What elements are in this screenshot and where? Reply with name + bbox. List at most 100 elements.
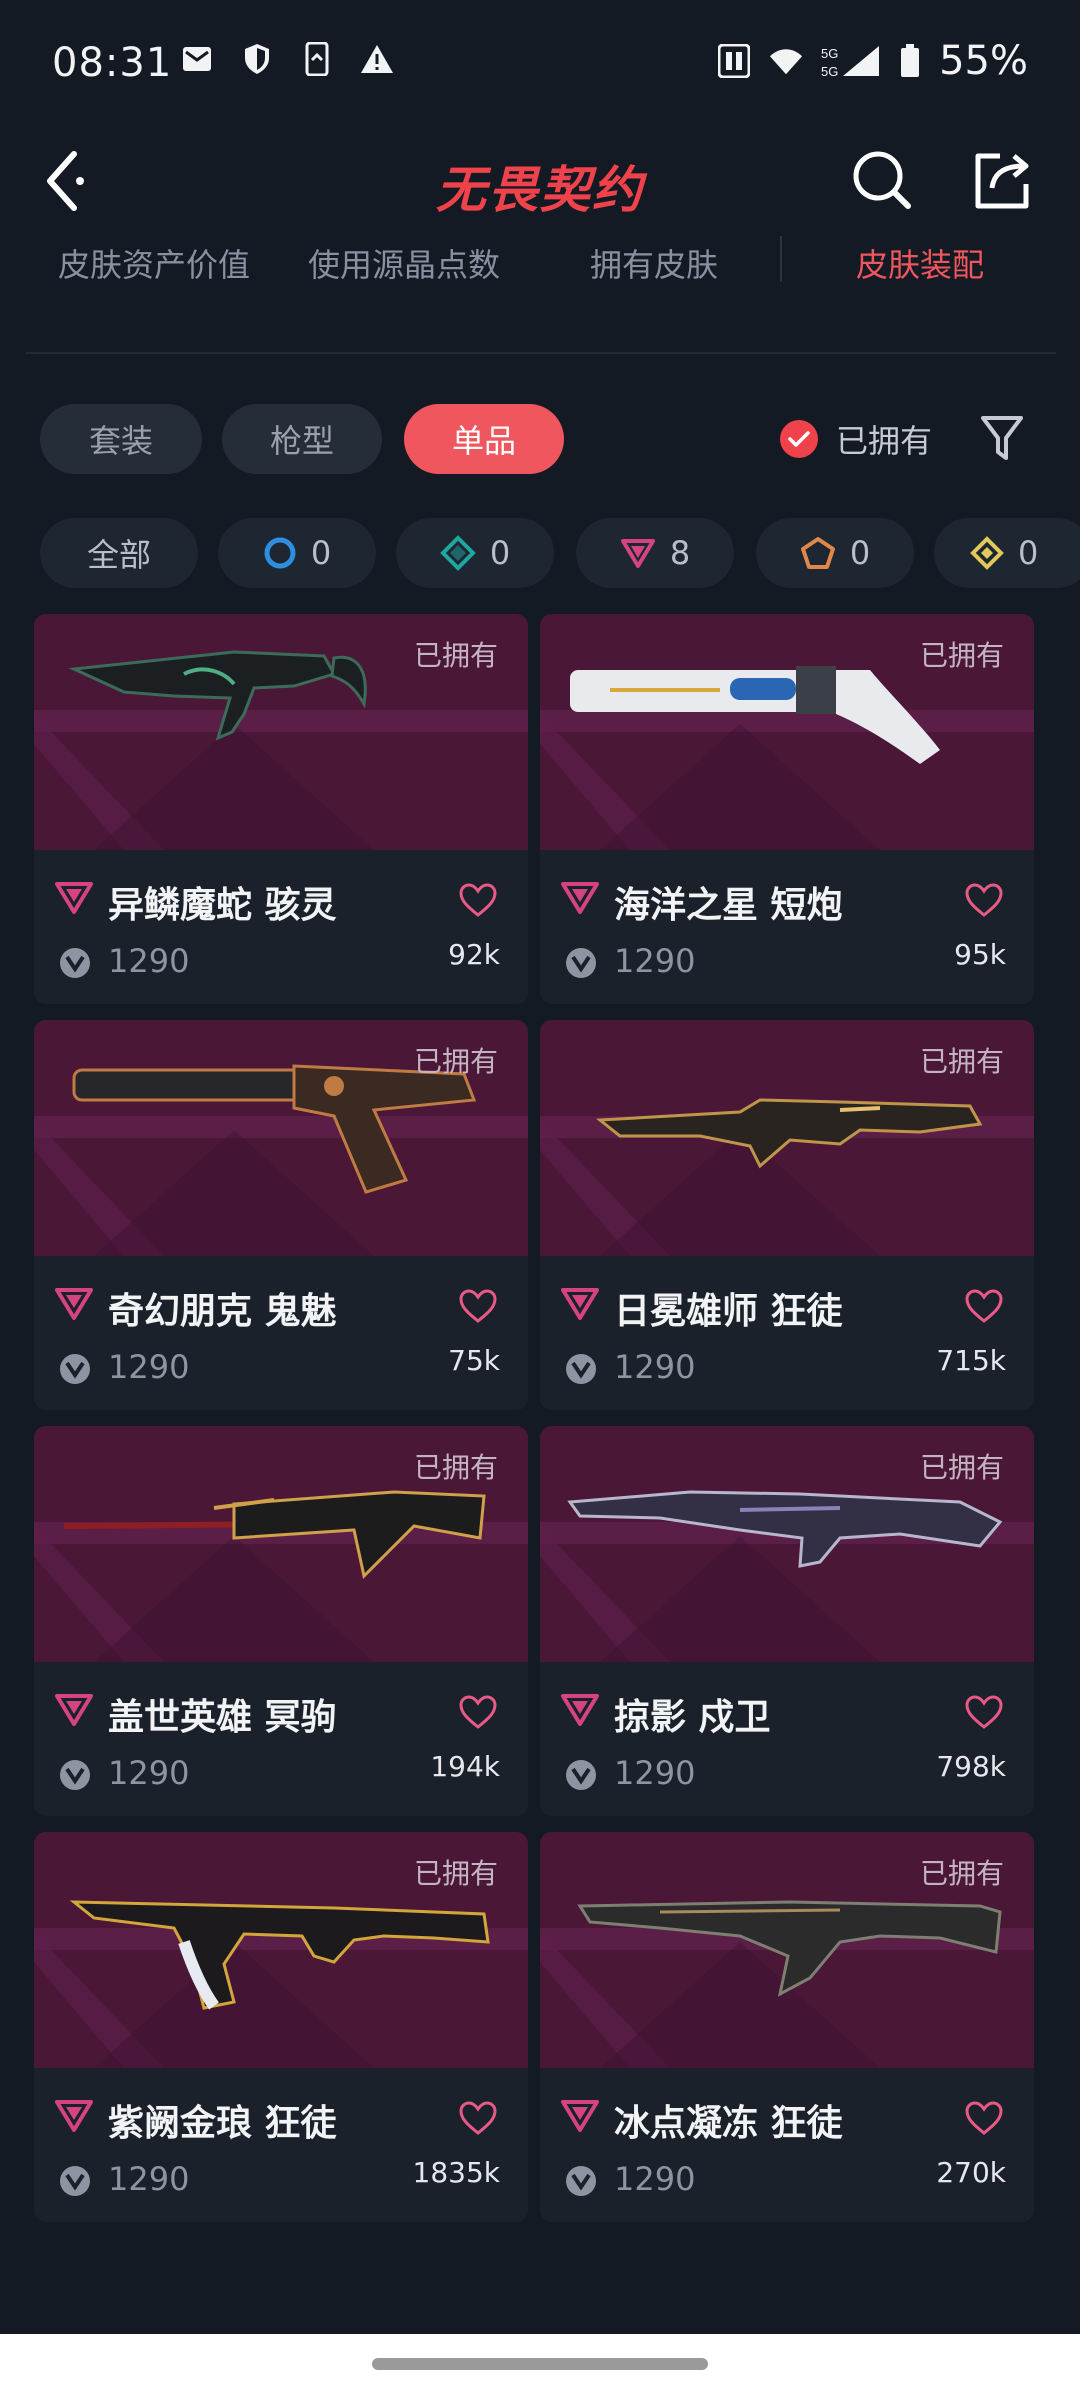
skin-name: 海洋之星 短炮 bbox=[614, 885, 843, 926]
skin-card[interactable]: 已拥有 异鳞魔蛇 骇灵 1290 92k bbox=[34, 614, 528, 1004]
pill-single-item[interactable]: 单品 bbox=[404, 404, 564, 474]
owned-filter-label: 已拥有 bbox=[836, 422, 933, 460]
battery-percent: 55% bbox=[939, 38, 1028, 84]
pill-bundle[interactable]: 套装 bbox=[40, 404, 202, 474]
app-header: 无畏契约 bbox=[0, 120, 1080, 240]
owned-tag: 已拥有 bbox=[919, 1857, 1004, 1890]
owned-filter-toggle[interactable]: 已拥有 bbox=[780, 404, 932, 474]
warning-icon bbox=[360, 42, 394, 76]
pill-weapon-type[interactable]: 枪型 bbox=[222, 404, 382, 474]
search-icon bbox=[853, 151, 911, 209]
skin-card[interactable]: 已拥有奇幻朋克 鬼魅 1290 75k bbox=[34, 1020, 528, 1410]
heart-icon[interactable] bbox=[458, 1694, 498, 1730]
premium-tier-icon bbox=[620, 539, 655, 568]
skin-name: 紫阙金琅 狂徒 bbox=[108, 2103, 337, 2144]
owned-tag: 已拥有 bbox=[413, 1045, 498, 1078]
heart-icon[interactable] bbox=[964, 1288, 1004, 1324]
heart-icon[interactable] bbox=[964, 1694, 1004, 1730]
svg-text:5G: 5G bbox=[821, 64, 838, 78]
divider bbox=[26, 352, 1056, 354]
heart-icon[interactable] bbox=[458, 2100, 498, 2136]
heart-icon[interactable] bbox=[458, 882, 498, 918]
skin-price: 1290 bbox=[614, 2160, 696, 2198]
skin-image: 已拥有 bbox=[540, 1832, 1034, 2068]
skin-name: 异鳞魔蛇 骇灵 bbox=[108, 885, 337, 926]
heart-icon[interactable] bbox=[964, 2100, 1004, 2136]
filter-icon bbox=[981, 416, 1023, 460]
skin-price: 1290 bbox=[614, 1348, 696, 1386]
valorant-points-icon bbox=[566, 1354, 596, 1384]
system-nav-bar bbox=[0, 2334, 1080, 2400]
chip-ultra-tier[interactable]: 0 bbox=[934, 518, 1080, 588]
like-count: 75k bbox=[448, 1344, 500, 1377]
valorant-points-icon bbox=[60, 1760, 90, 1790]
chip-deluxe-tier[interactable]: 0 bbox=[396, 518, 554, 588]
status-time: 08:31 bbox=[52, 40, 173, 86]
app-title: 无畏契约 bbox=[436, 161, 644, 219]
skin-card[interactable]: 已拥有紫阙金琅 狂徒 1290 1835k bbox=[34, 1832, 528, 2222]
heart-icon[interactable] bbox=[458, 1288, 498, 1324]
skin-price: 1290 bbox=[108, 942, 190, 980]
like-count: 715k bbox=[936, 1344, 1006, 1377]
tab-skin-asset-value[interactable]: 皮肤资产价值 bbox=[58, 240, 250, 286]
valorant-points-icon bbox=[60, 1354, 90, 1384]
svg-text:5G: 5G bbox=[821, 46, 838, 61]
phone-sync-icon bbox=[300, 42, 334, 76]
skin-price: 1290 bbox=[614, 942, 696, 980]
skin-info: 盖世英雄 冥驹 1290 194k bbox=[34, 1662, 528, 1816]
chip-premium-tier[interactable]: 8 bbox=[576, 518, 734, 588]
premium-tier-icon bbox=[55, 882, 93, 914]
skin-card[interactable]: 已拥有 日冕雄师 狂徒 1290 715k bbox=[540, 1020, 1034, 1410]
tab-owned-skins[interactable]: 拥有皮肤 bbox=[590, 240, 718, 286]
like-count: 194k bbox=[430, 1750, 500, 1783]
skin-info: 紫阙金琅 狂徒 1290 1835k bbox=[34, 2068, 528, 2222]
chip-count: 0 bbox=[1018, 534, 1039, 572]
skin-image: 已拥有 bbox=[34, 1426, 528, 1662]
chip-select-tier[interactable]: 0 bbox=[218, 518, 376, 588]
skin-card[interactable]: 已拥有冰点凝冻 狂徒 1290 270k bbox=[540, 1832, 1034, 2222]
skin-price: 1290 bbox=[108, 1754, 190, 1792]
skin-name: 日冕雄师 狂徒 bbox=[614, 1291, 843, 1332]
skin-name: 奇幻朋克 鬼魅 bbox=[108, 1291, 337, 1332]
chip-count: 8 bbox=[669, 534, 691, 572]
home-indicator[interactable] bbox=[372, 2358, 708, 2370]
skin-card[interactable]: 已拥有 掠影 戍卫 1290 798k bbox=[540, 1426, 1034, 1816]
skin-card[interactable]: 已拥有海洋之星 短炮 1290 95k bbox=[540, 614, 1034, 1004]
skin-name: 冰点凝冻 狂徒 bbox=[614, 2103, 843, 2144]
skin-info: 冰点凝冻 狂徒 1290 270k bbox=[540, 2068, 1034, 2222]
shield-icon bbox=[240, 42, 274, 76]
chip-all[interactable]: 全部 bbox=[40, 518, 198, 588]
skin-info: 奇幻朋克 鬼魅 1290 75k bbox=[34, 1256, 528, 1410]
owned-tag: 已拥有 bbox=[919, 639, 1004, 672]
filter-button[interactable] bbox=[980, 414, 1024, 464]
premium-tier-icon bbox=[561, 882, 599, 914]
premium-tier-icon bbox=[561, 1288, 599, 1320]
skin-card[interactable]: 已拥有盖世英雄 冥驹 1290 194k bbox=[34, 1426, 528, 1816]
skin-image: 已拥有 bbox=[34, 614, 528, 850]
premium-tier-icon bbox=[55, 1694, 93, 1726]
tab-skin-loadout[interactable]: 皮肤装配 bbox=[856, 240, 984, 286]
signal-5g-icon: 5G 5G bbox=[821, 44, 881, 78]
skin-info: 海洋之星 短炮 1290 95k bbox=[540, 850, 1034, 1004]
deluxe-tier-icon bbox=[439, 535, 476, 571]
skin-price: 1290 bbox=[614, 1754, 696, 1792]
like-count: 270k bbox=[936, 2156, 1006, 2189]
battery-icon bbox=[899, 44, 921, 78]
owned-tag: 已拥有 bbox=[413, 639, 498, 672]
chip-count: 0 bbox=[310, 534, 332, 572]
chip-count: 0 bbox=[489, 534, 511, 572]
tab-radianite-points[interactable]: 使用源晶点数 bbox=[308, 240, 500, 286]
chip-exclusive-tier[interactable]: 0 bbox=[756, 518, 914, 588]
owned-tag: 已拥有 bbox=[413, 1451, 498, 1484]
share-button[interactable] bbox=[970, 148, 1034, 212]
premium-tier-icon bbox=[55, 2100, 93, 2132]
search-button[interactable] bbox=[850, 148, 914, 212]
like-count: 95k bbox=[954, 938, 1006, 971]
owned-tag: 已拥有 bbox=[413, 1857, 498, 1890]
skin-info: 掠影 戍卫 1290 798k bbox=[540, 1662, 1034, 1816]
valorant-points-icon bbox=[60, 2166, 90, 2196]
skin-name: 盖世英雄 冥驹 bbox=[108, 1697, 337, 1738]
wifi-icon bbox=[769, 44, 803, 78]
tab-divider bbox=[780, 236, 782, 282]
heart-icon[interactable] bbox=[964, 882, 1004, 918]
